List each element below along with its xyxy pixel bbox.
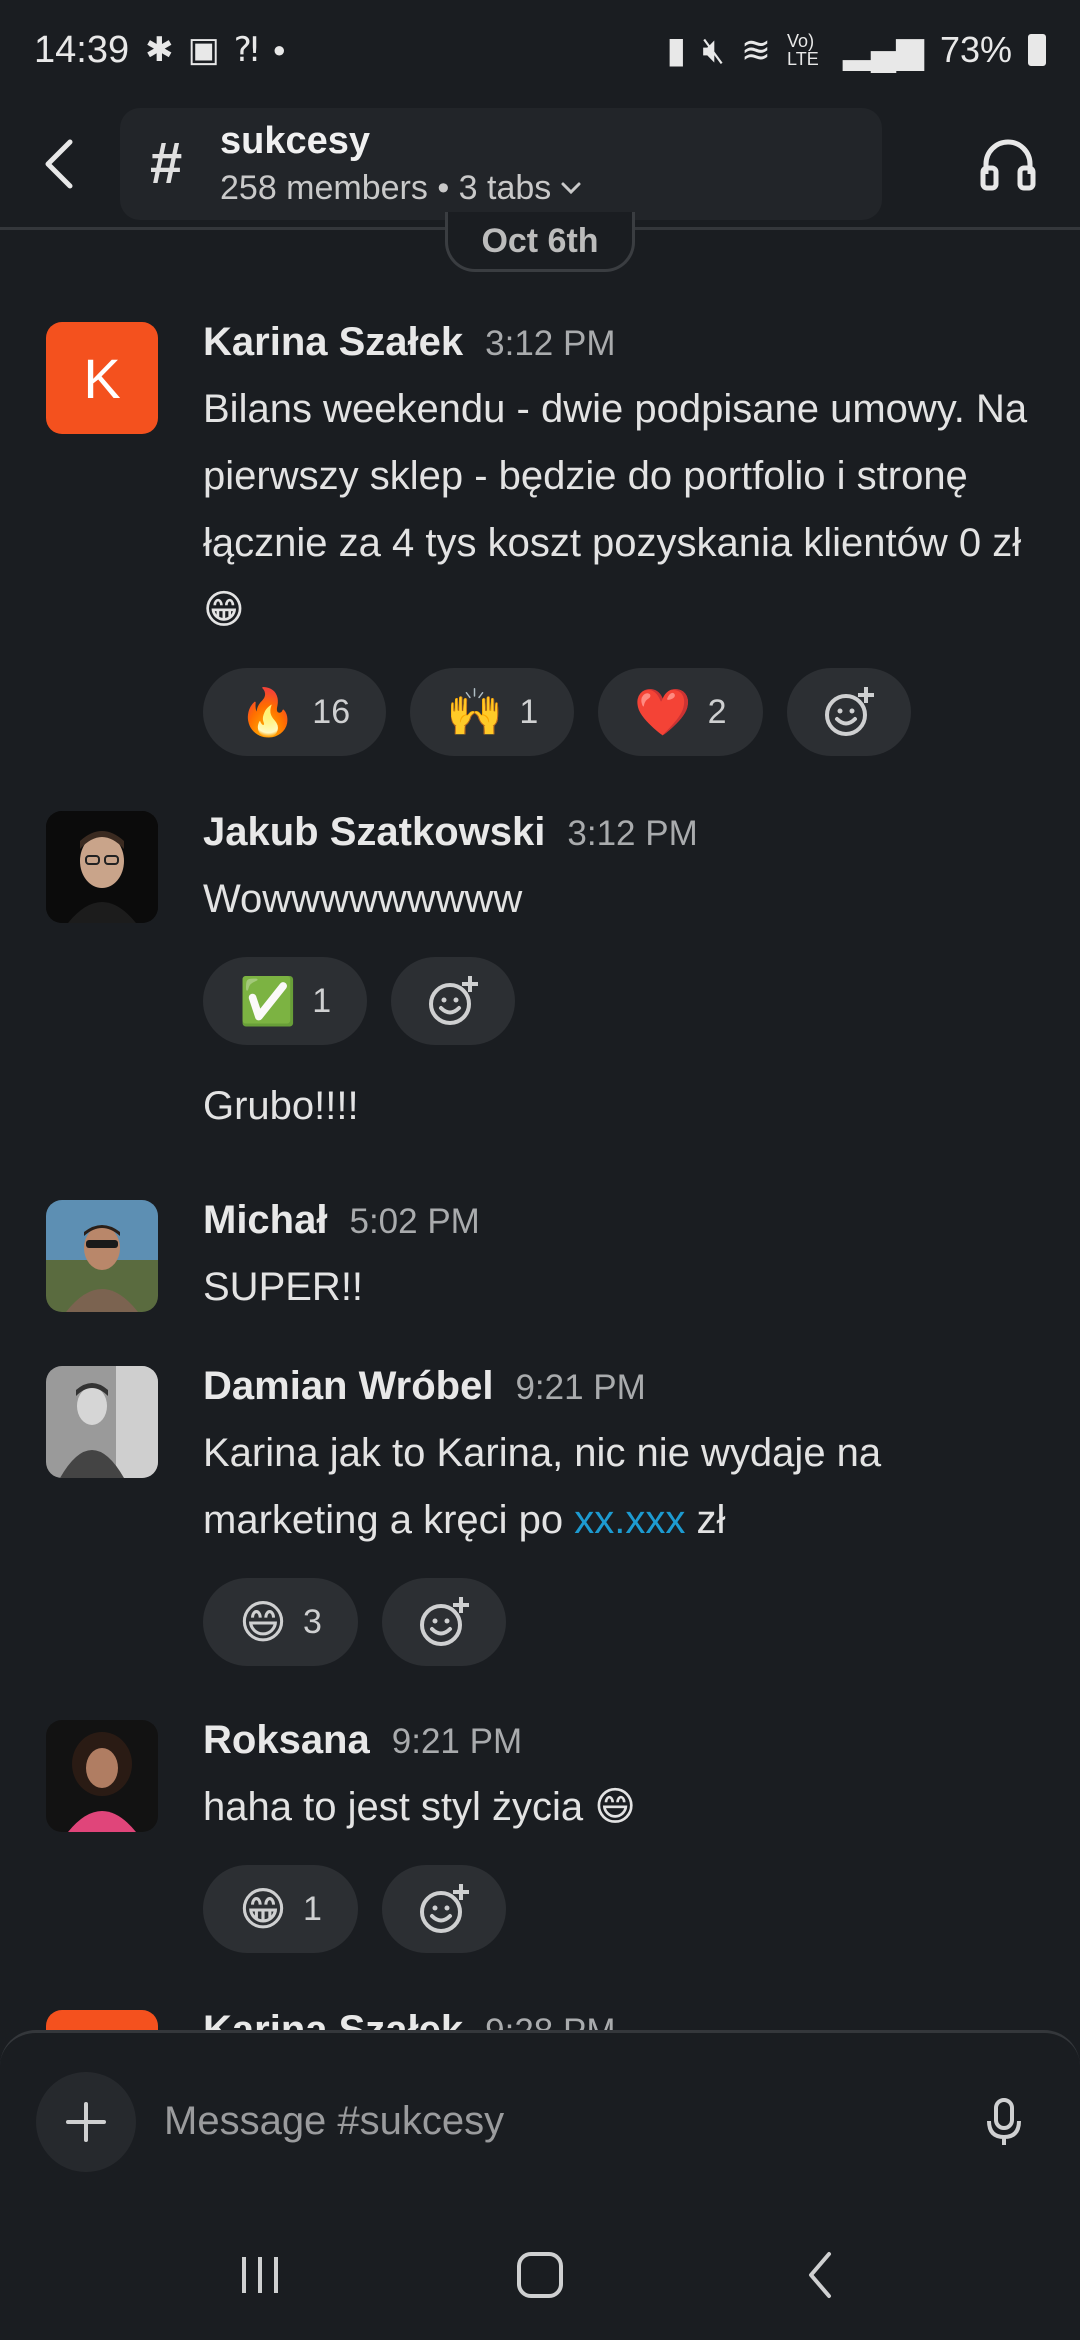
message-text: haha to jest styl życia 😄	[203, 1785, 636, 1829]
reactions-row: ✅ 1	[203, 957, 1040, 1045]
fire-icon: 🔥	[239, 686, 297, 738]
attach-button[interactable]	[36, 2071, 136, 2172]
app-notification-icon: ⁈	[233, 31, 259, 69]
check-mark-icon: ✅	[239, 975, 297, 1027]
system-back-button[interactable]	[760, 2225, 880, 2325]
headphones-icon	[980, 139, 1036, 190]
reaction-count: 3	[302, 1602, 322, 1641]
recent-apps-button[interactable]	[200, 2225, 320, 2325]
huddle-button[interactable]	[948, 104, 1068, 224]
add-reaction-button[interactable]	[381, 1578, 506, 1666]
avatar-photo	[46, 1366, 158, 1478]
message-text: Wowwwwwwwww	[203, 877, 523, 921]
author-name[interactable]: Roksana	[203, 1718, 370, 1763]
status-bar: 14:39 ✱ ▣ ⁈ ● ▮ 🔇︎ ≋ Vo) LTE ▂▄▆ 73%	[0, 0, 1080, 100]
message-time: 3:12 PM	[567, 814, 698, 853]
message-time: 9:21 PM	[515, 1368, 646, 1407]
dot-icon: ●	[272, 37, 286, 62]
message-text: SUPER!!	[203, 1265, 364, 1309]
raised-hands-icon: 🙌	[446, 686, 504, 738]
author-name[interactable]: Karina Szałek	[203, 320, 463, 365]
avatar[interactable]	[46, 811, 158, 923]
chevron-left-icon	[45, 139, 73, 188]
channel-info-button[interactable]: # sukcesy 258 members • 3 tabs	[120, 107, 882, 220]
avatar-photo	[46, 1200, 158, 1312]
battery-percent: 73%	[939, 29, 1012, 70]
home-button[interactable]	[480, 2225, 600, 2325]
add-reaction-button[interactable]	[381, 1865, 506, 1953]
reaction-check[interactable]: ✅ 1	[203, 957, 368, 1045]
signal-icon: ▂▄▆	[843, 29, 924, 70]
wifi-icon: ≋	[740, 29, 772, 70]
reaction-heart[interactable]: ❤️ 2	[598, 668, 763, 756]
add-reaction-button[interactable]	[391, 957, 516, 1045]
heart-icon: ❤️	[634, 686, 692, 738]
smile-icon: 😄	[239, 1596, 287, 1648]
reaction-count: 1	[312, 981, 332, 1020]
slack-notification-icon: ✱	[145, 31, 174, 69]
reaction-raised-hands[interactable]: 🙌 1	[410, 668, 575, 756]
back-button[interactable]	[0, 104, 120, 224]
reaction-grin[interactable]: 😁 1	[203, 1865, 358, 1953]
reactions-row: 😄 3	[203, 1578, 1040, 1666]
status-time: 14:39	[34, 28, 130, 71]
avatar-photo	[46, 1720, 158, 1832]
plus-icon	[66, 2101, 106, 2142]
date-divider[interactable]: Oct 6th	[445, 212, 635, 272]
avatar[interactable]	[46, 1720, 158, 1832]
message-time: 3:12 PM	[485, 324, 616, 363]
microphone-icon	[987, 2097, 1021, 2145]
mute-icon: 🔇︎	[702, 28, 725, 70]
channel-meta: 258 members • 3 tabs	[220, 168, 552, 207]
system-nav-bar	[0, 2210, 1080, 2340]
volte-icon: Vo) LTE	[787, 31, 819, 69]
message-text: Grubo!!!!	[203, 1084, 359, 1128]
reactions-row: 🔥 16 🙌 1 ❤️ 2	[203, 668, 1040, 756]
message-text-part: Karina jak to Karina, nic nie wydaje na …	[203, 1431, 882, 1542]
grin-icon: 😁	[239, 1883, 287, 1935]
message-input[interactable]: Message #sukcesy	[164, 2077, 964, 2167]
add-emoji-icon	[429, 976, 479, 1025]
avatar[interactable]: K	[46, 322, 158, 434]
message-text: Karina jak to Karina, nic nie wydaje na …	[203, 1420, 1040, 1554]
reaction-smile[interactable]: 😄 3	[203, 1578, 358, 1666]
reactions-row: 😁 1	[203, 1865, 1040, 1953]
avatar-photo	[46, 811, 158, 923]
reaction-count: 1	[302, 1889, 322, 1928]
hash-icon: #	[150, 130, 183, 196]
avatar[interactable]	[46, 1200, 158, 1312]
message-text: Bilans weekendu - dwie podpisane umowy. …	[203, 387, 1028, 632]
recent-apps-icon	[242, 2257, 278, 2293]
add-reaction-button[interactable]	[786, 668, 911, 756]
image-notification-icon: ▣	[187, 31, 220, 69]
author-name[interactable]: Damian Wróbel	[203, 1364, 493, 1409]
author-name[interactable]: Michał	[203, 1198, 327, 1243]
message-composer: Message #sukcesy	[0, 2030, 1080, 2210]
microphone-button[interactable]	[964, 2077, 1044, 2167]
author-name[interactable]: Jakub Szatkowski	[203, 810, 545, 855]
message-link[interactable]: xx.xxx	[574, 1498, 685, 1542]
reaction-fire[interactable]: 🔥 16	[203, 668, 387, 756]
home-icon	[517, 2252, 563, 2298]
message-time: 5:02 PM	[349, 1202, 480, 1241]
channel-name: sukcesy	[220, 119, 371, 162]
reaction-count: 1	[519, 692, 539, 731]
reaction-count: 2	[707, 692, 727, 731]
chevron-down-icon	[561, 182, 581, 195]
message-text-part: zł	[685, 1498, 726, 1542]
add-emoji-icon	[824, 687, 874, 736]
battery-icon	[1028, 34, 1046, 66]
channel-header: # sukcesy 258 members • 3 tabs	[0, 100, 1080, 230]
avatar[interactable]	[46, 1366, 158, 1478]
reaction-count: 16	[312, 692, 351, 731]
back-icon	[809, 2252, 831, 2298]
add-emoji-icon	[419, 1884, 469, 1933]
message-time: 9:21 PM	[391, 1722, 523, 1761]
add-emoji-icon	[419, 1597, 469, 1646]
battery-saver-icon: ▮	[666, 29, 687, 70]
